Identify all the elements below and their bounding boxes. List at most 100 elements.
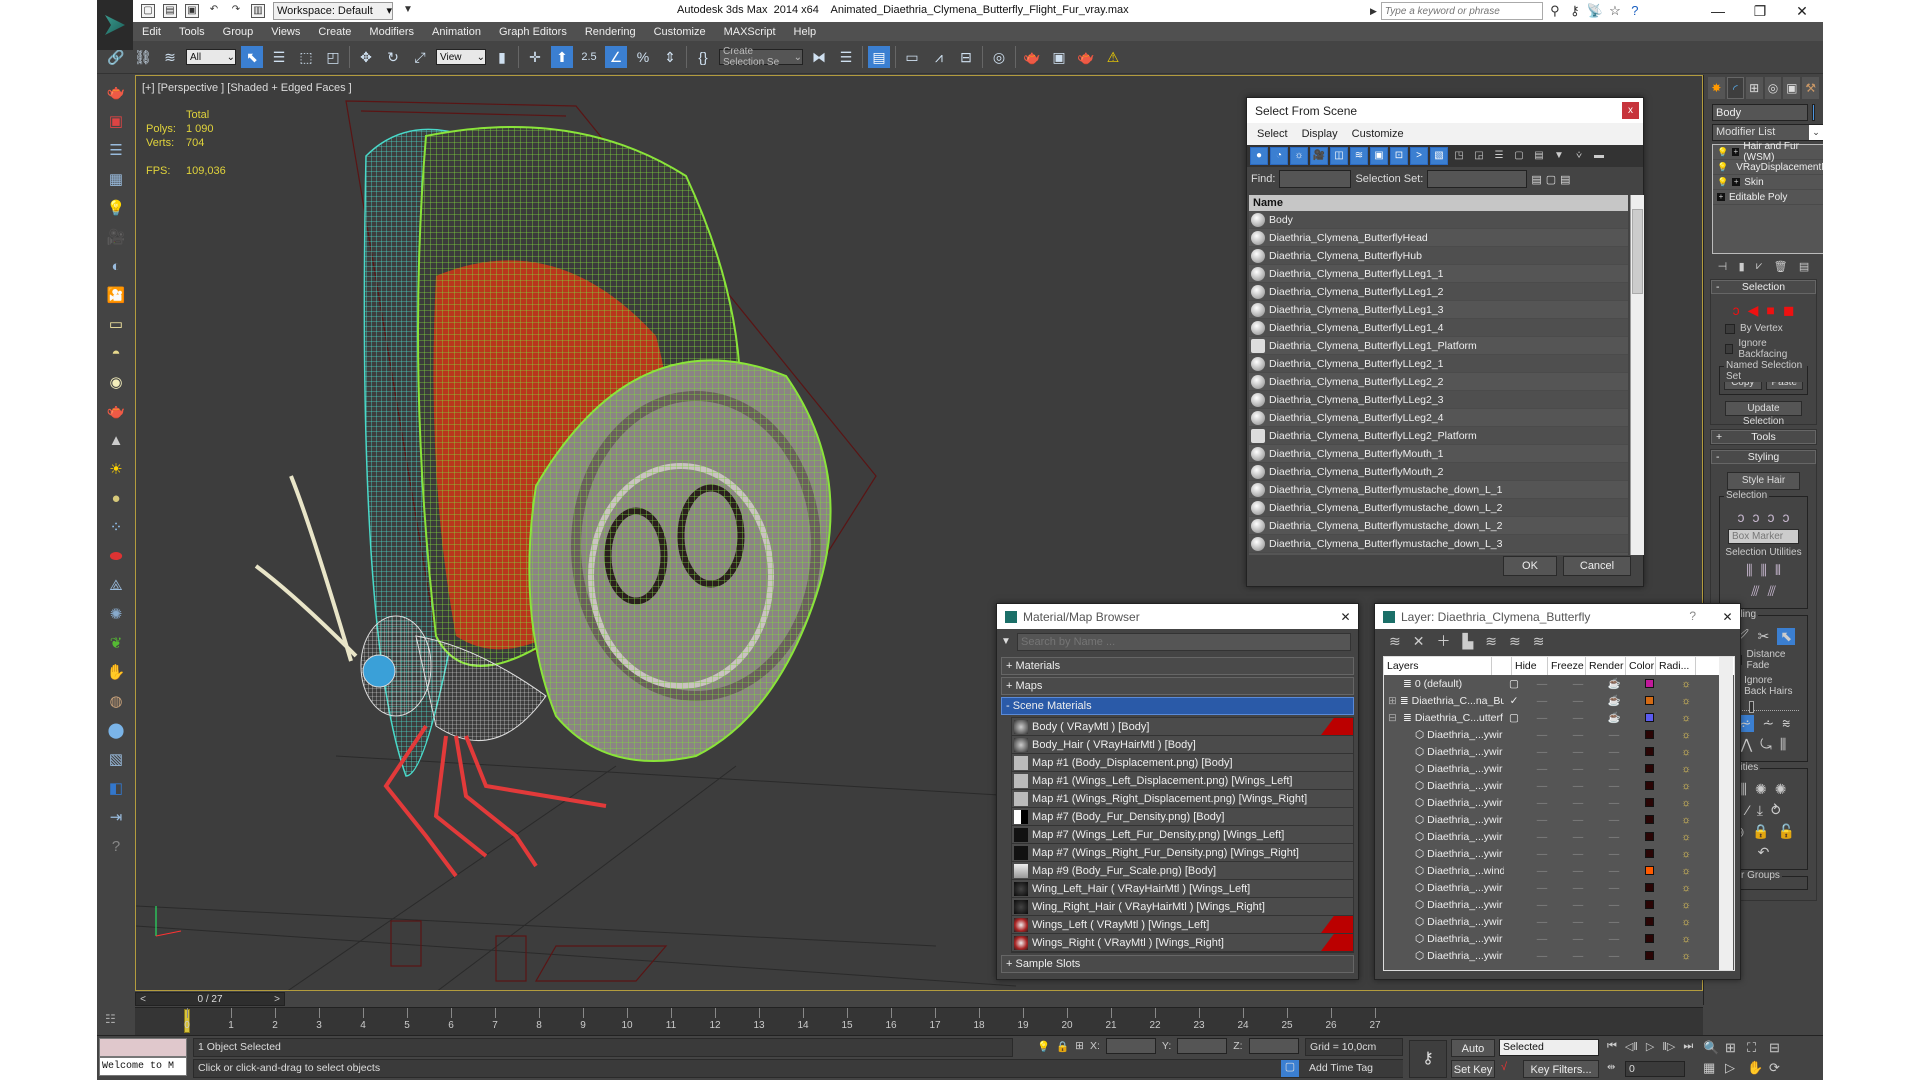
radiosity-icon[interactable]: ☼ (1666, 763, 1706, 775)
camera-red-icon[interactable]: 🎦 (105, 284, 127, 306)
sun-icon[interactable]: ☀ (105, 458, 127, 480)
show-end-result-icon[interactable]: ▮ (1739, 260, 1745, 273)
selection-rollout-header[interactable]: - Selection (1711, 280, 1816, 294)
render-toggle[interactable]: — (1596, 746, 1632, 758)
scene-object-row[interactable]: Diaethria_Clymena_ButterflyLLeg1_2 (1249, 283, 1628, 301)
disc-light-icon[interactable]: ◉ (105, 371, 127, 393)
select-hair-icon[interactable]: ↄ (1738, 509, 1745, 525)
hide-toggle[interactable]: — (1524, 695, 1560, 707)
radiosity-icon[interactable]: ☼ (1666, 729, 1706, 741)
hide-selected-icon[interactable]: ⫻ (1751, 583, 1759, 600)
rectangular-selection-icon[interactable]: ⬚ (295, 46, 317, 68)
scene-material-item[interactable]: Map #7 (Wings_Left_Fur_Density.png) [Win… (1012, 826, 1353, 844)
radiosity-icon[interactable]: ☼ (1666, 882, 1706, 894)
grow-hair-icon[interactable]: ⥁ (1771, 802, 1781, 819)
select-tool-icon[interactable]: ⬉ (1777, 628, 1796, 645)
freeze-toggle[interactable]: — (1560, 797, 1596, 809)
undo-icon[interactable]: ↶ (207, 4, 221, 18)
select-hair-roots-icon[interactable]: ↄ (1783, 509, 1790, 525)
hide-toggle[interactable]: — (1524, 712, 1560, 724)
render-toggle[interactable]: — (1596, 729, 1632, 741)
name-column-header[interactable]: Name (1249, 195, 1628, 211)
default-tangents-icon[interactable]: √ (1501, 1061, 1507, 1073)
align-icon[interactable]: ☰ (835, 46, 857, 68)
freeze-toggle[interactable]: — (1560, 950, 1596, 962)
layer-color-cell[interactable] (1632, 951, 1666, 960)
columns-icon[interactable]: ▬ (1590, 147, 1608, 165)
reset-rest-icon[interactable]: ⤓ (1757, 802, 1763, 819)
scene-object-row[interactable]: Diaethria_Clymena_Butterflymustache_down… (1249, 535, 1628, 553)
selection-filter-dropdown[interactable]: All ⌄ (186, 49, 236, 65)
update-selection-button[interactable]: Update Selection (1725, 401, 1802, 427)
layer-color-cell[interactable] (1632, 730, 1666, 739)
close-button[interactable]: x (1622, 102, 1639, 119)
freeze-toggle[interactable]: — (1560, 712, 1596, 724)
teapot-light-icon[interactable]: 🫖 (105, 400, 127, 422)
hide-toggle[interactable]: — (1524, 933, 1560, 945)
menu-customize[interactable]: Customize (1352, 128, 1404, 140)
layer-color-cell[interactable] (1632, 747, 1666, 756)
orbit-icon[interactable]: ⟳ (1769, 1060, 1791, 1076)
help-button[interactable]: ? (1689, 609, 1696, 623)
clump-icon[interactable]: ⋀ (1741, 736, 1752, 753)
expand-icon[interactable]: + (1732, 178, 1741, 186)
scene-material-item[interactable]: Wing_Left_Hair ( VRayHairMtl ) [Wings_Le… (1012, 880, 1353, 898)
hide-toggle[interactable]: — (1524, 797, 1560, 809)
radiosity-icon[interactable]: ☼ (1666, 933, 1706, 945)
select-by-name-icon[interactable]: ☰ (268, 46, 290, 68)
scene-material-item[interactable]: Map #9 (Body_Fur_Scale.png) [Body] (1012, 862, 1353, 880)
save-file-icon[interactable]: ▣ (185, 4, 199, 18)
camera-icon[interactable]: 🎥 (105, 226, 127, 248)
stack-item-vray-displacement[interactable]: 💡 VRayDisplacementMod (1713, 160, 1823, 175)
marker-dropdown[interactable]: Box Marker (1728, 529, 1799, 544)
layer-row[interactable]: ⊞ ≣ Diaethria_C...na_Bu ✓ — — ☕ ☼ (1384, 692, 1734, 709)
ok-button[interactable]: OK (1503, 556, 1557, 576)
warning-icon[interactable]: ⚠ (1102, 46, 1124, 68)
favorites-star-icon[interactable]: ☆ (1607, 3, 1623, 19)
freeze-toggle[interactable]: — (1560, 899, 1596, 911)
radiosity-icon[interactable]: ☼ (1666, 899, 1706, 911)
maxscript-output[interactable] (99, 1038, 187, 1057)
layer-object-row[interactable]: ⬡ Diaethria_...ywir — — — ☼ (1384, 913, 1734, 930)
layer-object-row[interactable]: ⬡ Diaethria_...ywir — — — ☼ (1384, 811, 1734, 828)
layer-color-cell[interactable] (1632, 866, 1666, 875)
pin-stack-icon[interactable]: ⊣ (1718, 260, 1728, 273)
freeze-toggle[interactable]: — (1560, 933, 1596, 945)
angle-snap-icon[interactable]: ∠ (605, 46, 627, 68)
create-tab-icon[interactable]: ✸ (1708, 77, 1725, 99)
add-to-layer-icon[interactable]: ＋ (1436, 631, 1450, 651)
scene-object-row[interactable]: Diaethria_Clymena_ButterflyLLeg1_3 (1249, 301, 1628, 319)
display-lights-icon[interactable]: ☼ (1290, 147, 1308, 165)
select-hair-verts-icon[interactable]: ↄ (1768, 509, 1775, 525)
scene-object-row[interactable]: Diaethria_Clymena_ButterflyLLeg1_4 (1249, 319, 1628, 337)
panel-icon[interactable]: ☰ (105, 139, 127, 161)
col-hide[interactable]: Hide (1512, 657, 1548, 675)
hide-toggle[interactable]: — (1524, 848, 1560, 860)
scene-object-row[interactable]: Diaethria_Clymena_ButterflyMouth_1 (1249, 445, 1628, 463)
layer-color-cell[interactable] (1632, 764, 1666, 773)
light-lister-icon[interactable]: 💡 (105, 197, 127, 219)
proxy-icon[interactable]: ✺ (105, 603, 127, 625)
scene-object-row[interactable]: Diaethria_Clymena_Butterflymustache_down… (1249, 517, 1628, 535)
keyword-search-input[interactable] (1380, 2, 1543, 20)
motion-tab-icon[interactable]: ◎ (1764, 77, 1782, 99)
scene-object-row[interactable]: Diaethria_Clymena_ButterflyLLeg2_3 (1249, 391, 1628, 409)
menu-help[interactable]: Help (785, 26, 826, 38)
time-tag-icon[interactable]: ▢ (1281, 1060, 1299, 1077)
element-icon[interactable]: ◼ (1783, 302, 1795, 319)
expand-selection-icon[interactable]: ⫴ (1775, 562, 1781, 579)
scene-material-item[interactable]: Map #1 (Body_Displacement.png) [Body] (1012, 754, 1353, 772)
previous-key-icon[interactable]: ◁‖ (1625, 1040, 1638, 1053)
minimize-button[interactable]: — (1697, 0, 1739, 22)
display-spacewarps-icon[interactable]: ≋ (1350, 147, 1368, 165)
dialog-title-bar[interactable]: Material/Map Browser ✕ (997, 604, 1358, 629)
hide-toggle[interactable]: — (1524, 831, 1560, 843)
restore-button[interactable]: ❐ (1739, 0, 1781, 22)
col-layers[interactable]: Layers (1384, 657, 1492, 675)
schematic-view-icon[interactable]: ⊟ (955, 46, 977, 68)
unlock-icon[interactable]: 🔓 (1778, 823, 1795, 840)
render-setup-icon[interactable]: 🫖 (1021, 46, 1043, 68)
pan-view-icon[interactable]: ✋ (1747, 1060, 1769, 1076)
zoom-all-icon[interactable]: ⊞ (1725, 1040, 1747, 1056)
render-toggle[interactable]: — (1596, 780, 1632, 792)
